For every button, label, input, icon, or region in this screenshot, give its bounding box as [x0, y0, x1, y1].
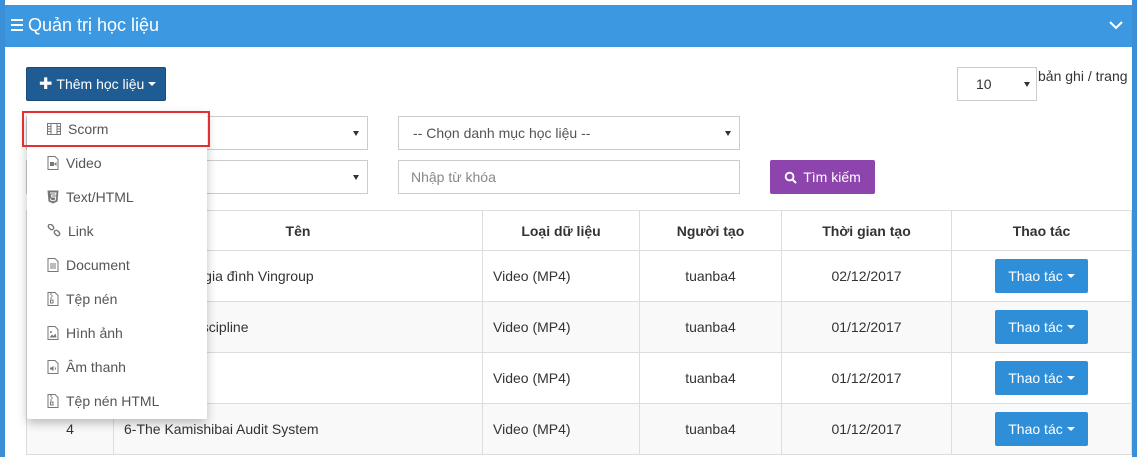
menu-item-archive[interactable]: Tệp nén [27, 282, 207, 316]
action-button-label: Thao tác [1008, 268, 1063, 284]
row-creator: tuanba4 [639, 403, 782, 455]
menu-item-label: Text/HTML [66, 189, 134, 205]
menu-item-label: Âm thanh [66, 359, 126, 375]
row-action-cell: Thao tác [951, 352, 1132, 404]
action-button[interactable]: Thao tác [995, 310, 1088, 344]
row-date: 02/12/2017 [781, 250, 952, 302]
file-audio-icon [47, 360, 59, 374]
chevron-down-icon[interactable] [1108, 17, 1124, 33]
action-button[interactable]: Thao tác [995, 361, 1088, 395]
add-material-button[interactable]: ✚ Thêm học liệu [26, 67, 166, 101]
category-select[interactable]: -- Chọn danh mục học liệu -- [398, 116, 740, 150]
col-date-header: Thời gian tạo [781, 210, 952, 251]
search-button-label: Tìm kiếm [803, 169, 861, 185]
menu-item-link[interactable]: Link [27, 214, 207, 248]
row-creator: tuanba4 [639, 301, 782, 353]
link-icon [47, 224, 61, 237]
menu-item-label: Document [66, 257, 130, 273]
file-video-icon [47, 156, 59, 170]
action-button[interactable]: Thao tác [995, 412, 1088, 446]
page: Quản trị học liệu ✚ Thêm học liệu 10 bản… [0, 0, 1137, 457]
menu-icon [11, 19, 23, 31]
menu-item-html-archive[interactable]: Tệp nén HTML [27, 384, 207, 418]
plus-icon: ✚ [39, 76, 53, 93]
action-button-label: Thao tác [1008, 370, 1063, 386]
col-creator-header: Người tạo [639, 210, 782, 251]
menu-item-label: Tệp nén [66, 291, 118, 307]
add-material-label: Thêm học liệu [56, 76, 145, 92]
row-date: 01/12/2017 [781, 352, 952, 404]
caret-down-icon [1024, 82, 1030, 87]
panel-header: Quản trị học liệu [5, 5, 1132, 47]
row-type: Video (MP4) [482, 301, 640, 353]
menu-item-document[interactable]: Document [27, 248, 207, 282]
caret-down-icon [353, 175, 359, 180]
caret-down-icon [725, 131, 731, 136]
action-button-label: Thao tác [1008, 421, 1063, 437]
caret-down-icon [1066, 427, 1075, 431]
menu-item-image[interactable]: Hình ảnh [27, 316, 207, 350]
row-creator: tuanba4 [639, 250, 782, 302]
menu-item-label: Link [68, 223, 94, 239]
category-select-value: -- Chọn danh mục học liệu -- [413, 125, 591, 141]
menu-item-label: Video [66, 155, 102, 171]
file-text-icon [47, 258, 59, 272]
per-page-label: bản ghi / trang [1038, 68, 1128, 84]
menu-item-label: Hình ảnh [66, 325, 123, 341]
row-type: Video (MP4) [482, 352, 640, 404]
menu-item-audio[interactable]: Âm thanh [27, 350, 207, 384]
row-action-cell: Thao tác [951, 403, 1132, 455]
menu-item-text-html[interactable]: Text/HTML [27, 180, 207, 214]
film-icon [47, 123, 61, 135]
per-page-select[interactable]: 10 [957, 67, 1037, 101]
caret-down-icon [353, 131, 359, 136]
add-material-dropdown-menu: Scorm Video Text/HTML Link Document Tệp … [22, 111, 210, 419]
page-title: Quản trị học liệu [28, 15, 160, 35]
menu-item-scorm[interactable]: Scorm [22, 111, 210, 147]
row-action-cell: Thao tác [951, 250, 1132, 302]
row-date: 01/12/2017 [781, 301, 952, 353]
caret-down-icon [148, 82, 157, 86]
row-type: Video (MP4) [482, 403, 640, 455]
file-archive-icon [47, 292, 59, 306]
html5-icon [47, 190, 59, 204]
file-image-icon [47, 326, 59, 340]
keyword-placeholder: Nhập từ khóa [411, 169, 496, 185]
action-button-label: Thao tác [1008, 319, 1063, 335]
caret-down-icon [1066, 325, 1075, 329]
col-type-header: Loại dữ liệu [482, 210, 640, 251]
search-icon [784, 171, 798, 184]
menu-item-label: Tệp nén HTML [66, 393, 160, 409]
file-archive-icon [47, 394, 59, 408]
caret-down-icon [1066, 376, 1075, 380]
row-creator: tuanba4 [639, 352, 782, 404]
menu-item-video[interactable]: Video [27, 146, 207, 180]
row-date: 01/12/2017 [781, 403, 952, 455]
row-action-cell: Thao tác [951, 301, 1132, 353]
caret-down-icon [1066, 274, 1075, 278]
menu-item-label: Scorm [68, 121, 109, 137]
per-page-value: 10 [976, 76, 992, 92]
keyword-input[interactable]: Nhập từ khóa [398, 160, 740, 194]
action-button[interactable]: Thao tác [995, 259, 1088, 293]
search-button[interactable]: Tìm kiếm [770, 160, 875, 194]
row-type: Video (MP4) [482, 250, 640, 302]
col-action-header: Thao tác [951, 210, 1132, 251]
